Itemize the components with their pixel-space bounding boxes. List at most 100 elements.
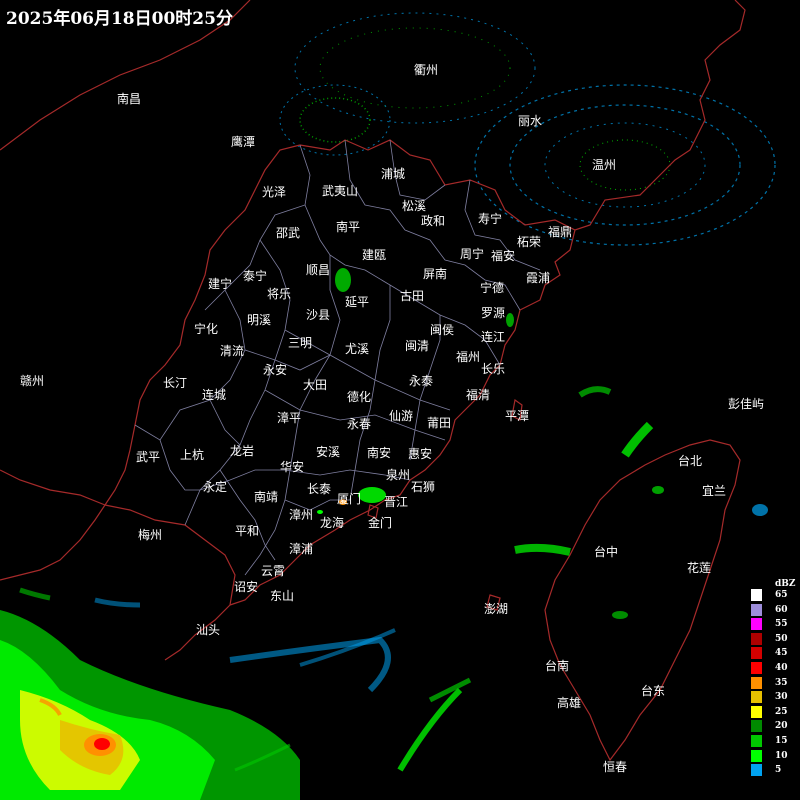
legend-swatch — [751, 632, 762, 645]
legend-level-15: 15 — [749, 735, 797, 748]
legend-unit-label: dBZ — [775, 579, 796, 589]
city-label: 石狮 — [411, 480, 435, 494]
legend-swatch — [751, 662, 762, 674]
city-label: 福州 — [456, 349, 480, 364]
city-label: 仙游 — [389, 409, 413, 423]
city-label: 明溪 — [247, 313, 271, 327]
city-label: 延平 — [345, 295, 369, 309]
legend-swatch — [751, 676, 762, 689]
city-label: 连江 — [481, 329, 505, 344]
city-label: 华安 — [280, 459, 304, 474]
legend-level-label: 45 — [775, 648, 788, 659]
city-label: 赣州 — [20, 374, 44, 388]
legend-swatch — [751, 749, 762, 762]
legend-swatch — [751, 618, 762, 631]
city-label: 安溪 — [316, 444, 340, 459]
city-label: 武平 — [136, 450, 160, 464]
city-label: 浦城 — [381, 167, 405, 181]
legend-level-label: 25 — [775, 706, 788, 717]
legend-level-50: 50 — [749, 632, 797, 646]
legend-level-25: 25 — [749, 705, 797, 719]
city-label: 平和 — [235, 524, 259, 538]
city-label: 漳平 — [277, 410, 301, 425]
city-label: 武夷山 — [322, 183, 358, 198]
city-label: 澎湖 — [484, 601, 508, 616]
city-label: 屏南 — [423, 266, 447, 281]
city-label: 台南 — [545, 658, 569, 673]
city-label: 南平 — [336, 219, 360, 234]
legend-level-label: 10 — [775, 750, 788, 761]
city-label: 大田 — [303, 378, 327, 392]
city-label: 花莲 — [687, 560, 711, 575]
city-label: 建瓯 — [362, 248, 386, 262]
city-label: 莆田 — [427, 416, 451, 430]
legend-level-label: 20 — [775, 721, 788, 732]
city-label: 闽侯 — [430, 323, 454, 337]
city-label: 德化 — [347, 389, 371, 404]
city-label: 永春 — [347, 417, 371, 431]
city-label: 东山 — [270, 589, 294, 603]
city-label: 福清 — [466, 387, 490, 402]
city-label: 梅州 — [138, 527, 162, 542]
city-label: 南安 — [367, 445, 391, 460]
city-label: 闽清 — [405, 339, 429, 353]
legend-level-5: 5 — [749, 764, 797, 777]
city-label: 汕头 — [196, 623, 220, 637]
city-label: 龙海 — [320, 515, 344, 530]
city-label: 邵武 — [276, 226, 300, 240]
legend-swatch — [751, 764, 762, 777]
city-label: 顺昌 — [306, 263, 330, 277]
city-label: 南昌 — [117, 91, 141, 106]
city-label: 衢州 — [414, 63, 438, 77]
legend-level-35: 35 — [749, 676, 797, 690]
city-label: 丽水 — [518, 114, 542, 128]
city-label: 罗源 — [481, 306, 505, 320]
legend-level-60: 60 — [749, 603, 797, 617]
city-label: 晋江 — [384, 495, 408, 509]
legend-swatch — [751, 647, 762, 660]
city-label: 南靖 — [254, 489, 278, 504]
city-label: 龙岩 — [230, 443, 254, 458]
city-label: 高雄 — [557, 695, 581, 710]
legend-level-label: 55 — [775, 619, 788, 630]
city-label: 福安 — [491, 248, 515, 263]
legend-level-label: 5 — [775, 765, 782, 776]
city-label: 沙县 — [306, 308, 330, 322]
legend-level-label: 35 — [775, 677, 788, 688]
city-label: 漳州 — [289, 507, 313, 522]
city-label: 永定 — [203, 479, 227, 494]
city-label: 台东 — [641, 683, 665, 698]
legend-level-label: 60 — [775, 604, 788, 615]
legend-swatch — [751, 589, 762, 601]
legend-level-label: 50 — [775, 633, 788, 644]
city-label: 霞浦 — [526, 271, 550, 285]
city-label: 恒春 — [603, 760, 627, 774]
dbz-legend: dBZ 65 60 55 50 45 40 35 30 25 20 15 10 5 — [749, 579, 797, 785]
city-label: 福鼎 — [548, 224, 572, 239]
city-label: 将乐 — [267, 287, 291, 301]
legend-level-30: 30 — [749, 691, 797, 704]
map-timestamp-title: 2025年06月18日00时25分 — [6, 9, 233, 29]
legend-level-65: 65 — [749, 589, 797, 602]
city-label: 清流 — [220, 344, 244, 358]
city-label: 宜兰 — [702, 483, 726, 498]
city-label: 台中 — [594, 544, 618, 559]
legend-swatch — [751, 691, 762, 704]
legend-level-40: 40 — [749, 662, 797, 675]
city-label: 建宁 — [208, 276, 232, 291]
legend-level-20: 20 — [749, 720, 797, 733]
city-label: 周宁 — [460, 246, 484, 261]
city-label: 台北 — [678, 453, 702, 468]
legend-level-label: 65 — [775, 590, 788, 600]
city-label: 永泰 — [409, 374, 433, 388]
legend-level-label: 30 — [775, 692, 788, 703]
city-label: 连城 — [202, 387, 226, 402]
city-label: 厦门 — [337, 491, 361, 506]
legend-swatch — [751, 720, 762, 733]
city-label: 永安 — [263, 362, 287, 377]
city-label: 泉州 — [386, 468, 410, 482]
city-label: 诏安 — [234, 579, 258, 594]
city-label: 宁德 — [480, 280, 504, 295]
city-label: 漳浦 — [289, 541, 313, 556]
legend-swatch — [751, 603, 762, 616]
